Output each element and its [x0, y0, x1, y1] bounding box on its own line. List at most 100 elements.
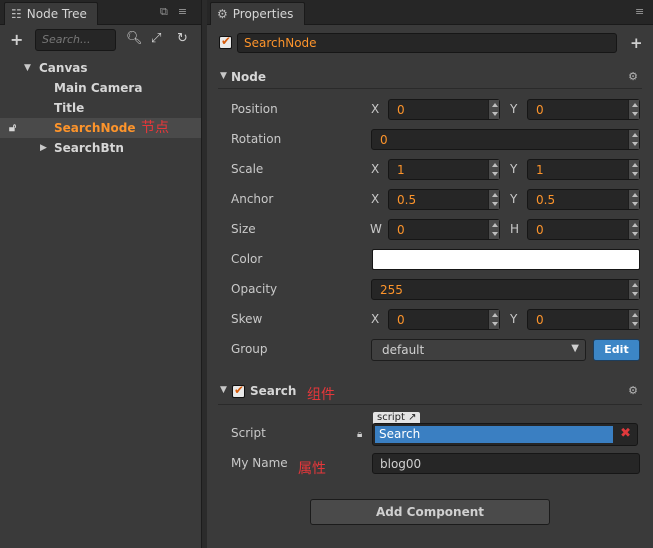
tab-properties-label: Properties [232, 7, 294, 21]
size-w-value: 0 [397, 223, 405, 237]
position-x-input[interactable]: 0 [388, 99, 500, 120]
tab-node-tree[interactable]: ☷ Node Tree [4, 2, 98, 25]
scale-y-label: Y [510, 162, 518, 176]
skew-y-input[interactable]: 0 [527, 309, 640, 330]
position-x-label: X [371, 102, 380, 116]
search-icon[interactable]: 🔍︎ [126, 31, 143, 46]
lock-icon: 🔒︎ [357, 429, 363, 440]
tree-node-label: Main Camera [54, 81, 143, 95]
tree-node-main-camera[interactable]: Main Camera [0, 78, 201, 98]
script-value: Search [375, 426, 613, 443]
node-search-input[interactable]: Search... [35, 29, 116, 51]
rotation-input[interactable]: 0 [371, 129, 640, 150]
anchor-x-input[interactable]: 0.5 [388, 189, 500, 210]
stepper-icon[interactable] [628, 130, 639, 149]
scale-x-input[interactable]: 1 [388, 159, 500, 180]
group-select[interactable]: default ▼ [371, 339, 586, 361]
annotation-node: 节点 [141, 120, 169, 136]
close-icon[interactable]: ✖ [620, 426, 631, 441]
stepper-icon[interactable] [628, 190, 639, 209]
size-h-input[interactable]: 0 [527, 219, 640, 240]
group-label: Group [231, 342, 268, 356]
scale-x-label: X [371, 162, 380, 176]
stepper-icon[interactable] [628, 280, 639, 299]
skew-x-label: X [371, 312, 380, 326]
script-field[interactable]: Search ✖ [372, 423, 638, 446]
anchor-x-value: 0.5 [397, 193, 417, 207]
tree-node-label: SearchBtn [54, 141, 124, 155]
stepper-icon[interactable] [488, 220, 499, 239]
menu-icon[interactable]: ≡ [178, 5, 187, 19]
expand-icon[interactable]: ⤢ [151, 31, 161, 46]
skew-x-value: 0 [397, 313, 405, 327]
rotation-value: 0 [380, 133, 388, 147]
popout-icon[interactable]: ⧉ [160, 5, 168, 19]
search-section-header[interactable]: ▼ Search 组件 ⚙ [218, 381, 642, 405]
expand-arrow-icon[interactable]: ▼ [220, 385, 227, 395]
anchor-y-label: Y [510, 192, 518, 206]
opacity-input[interactable]: 255 [371, 279, 640, 300]
size-w-input[interactable]: 0 [388, 219, 500, 240]
stepper-icon[interactable] [488, 100, 499, 119]
script-label: Script [231, 426, 266, 440]
tab-properties[interactable]: ⚙ Properties [210, 2, 305, 25]
size-h-label: H [510, 222, 520, 236]
tree-node-canvas[interactable]: ▼ Canvas [0, 58, 201, 78]
properties-tabbar: ⚙ Properties ≡ [207, 0, 653, 25]
tree-node-searchbtn[interactable]: ▶ SearchBtn [0, 138, 201, 158]
properties-panel: ⚙ Properties ≡ SearchNode + ▼ Node ⚙ Pos… [207, 0, 653, 548]
unlock-icon[interactable]: 🔓︎ [9, 118, 16, 138]
external-link-icon: ↗ [408, 412, 417, 423]
gear-icon[interactable]: ⚙ [628, 70, 638, 83]
color-picker[interactable] [372, 249, 640, 270]
add-button[interactable]: + [630, 34, 643, 52]
stepper-icon[interactable] [628, 160, 639, 179]
expand-arrow-icon[interactable]: ▼ [24, 58, 31, 78]
tree-icon: ☷ [11, 7, 22, 21]
node-active-checkbox[interactable] [219, 34, 232, 49]
my-name-label: My Name [231, 456, 288, 470]
expand-arrow-icon[interactable]: ▼ [220, 71, 227, 81]
node-name-input[interactable]: SearchNode [237, 33, 617, 53]
skew-y-label: Y [510, 312, 518, 326]
collapsed-arrow-icon[interactable]: ▶ [40, 138, 47, 158]
stepper-icon[interactable] [628, 100, 639, 119]
stepper-icon[interactable] [488, 310, 499, 329]
position-label: Position [231, 102, 278, 116]
node-header: SearchNode + [207, 27, 653, 61]
stepper-icon[interactable] [488, 190, 499, 209]
node-section-header[interactable]: ▼ Node ⚙ [218, 67, 642, 89]
refresh-icon[interactable]: ↻ [177, 31, 188, 46]
stepper-icon[interactable] [628, 310, 639, 329]
scale-y-value: 1 [536, 163, 544, 177]
tree-node-title[interactable]: Title [0, 98, 201, 118]
stepper-icon[interactable] [628, 220, 639, 239]
size-label: Size [231, 222, 256, 236]
my-name-input[interactable]: blog00 [372, 453, 640, 474]
skew-x-input[interactable]: 0 [388, 309, 500, 330]
skew-y-value: 0 [536, 313, 544, 327]
gear-icon[interactable]: ⚙ [628, 384, 638, 397]
anchor-label: Anchor [231, 192, 274, 206]
annotation-property: 属性 [298, 461, 326, 477]
skew-label: Skew [231, 312, 263, 326]
scale-y-input[interactable]: 1 [527, 159, 640, 180]
tree-node-searchnode[interactable]: 🔓︎ SearchNode 节点 [0, 118, 201, 138]
size-h-value: 0 [536, 223, 544, 237]
add-node-button[interactable]: + [10, 30, 23, 50]
add-component-button[interactable]: Add Component [310, 499, 550, 525]
rotation-label: Rotation [231, 132, 282, 146]
size-w-label: W [370, 222, 382, 236]
script-tag-label: script [377, 412, 405, 423]
anchor-y-value: 0.5 [536, 193, 556, 207]
anchor-y-input[interactable]: 0.5 [527, 189, 640, 210]
stepper-icon[interactable] [488, 160, 499, 179]
menu-icon[interactable]: ≡ [635, 5, 644, 18]
position-y-value: 0 [536, 103, 544, 117]
node-tree-panel: ☷ Node Tree ⧉ ≡ + Search... 🔍︎ ⤢ ↻ ▼ Can… [0, 0, 202, 548]
search-component-checkbox[interactable] [232, 383, 245, 398]
position-y-input[interactable]: 0 [527, 99, 640, 120]
gear-icon: ⚙ [217, 7, 228, 21]
node-tree-toolbar: + Search... 🔍︎ ⤢ ↻ [0, 27, 201, 55]
group-edit-button[interactable]: Edit [593, 339, 640, 361]
